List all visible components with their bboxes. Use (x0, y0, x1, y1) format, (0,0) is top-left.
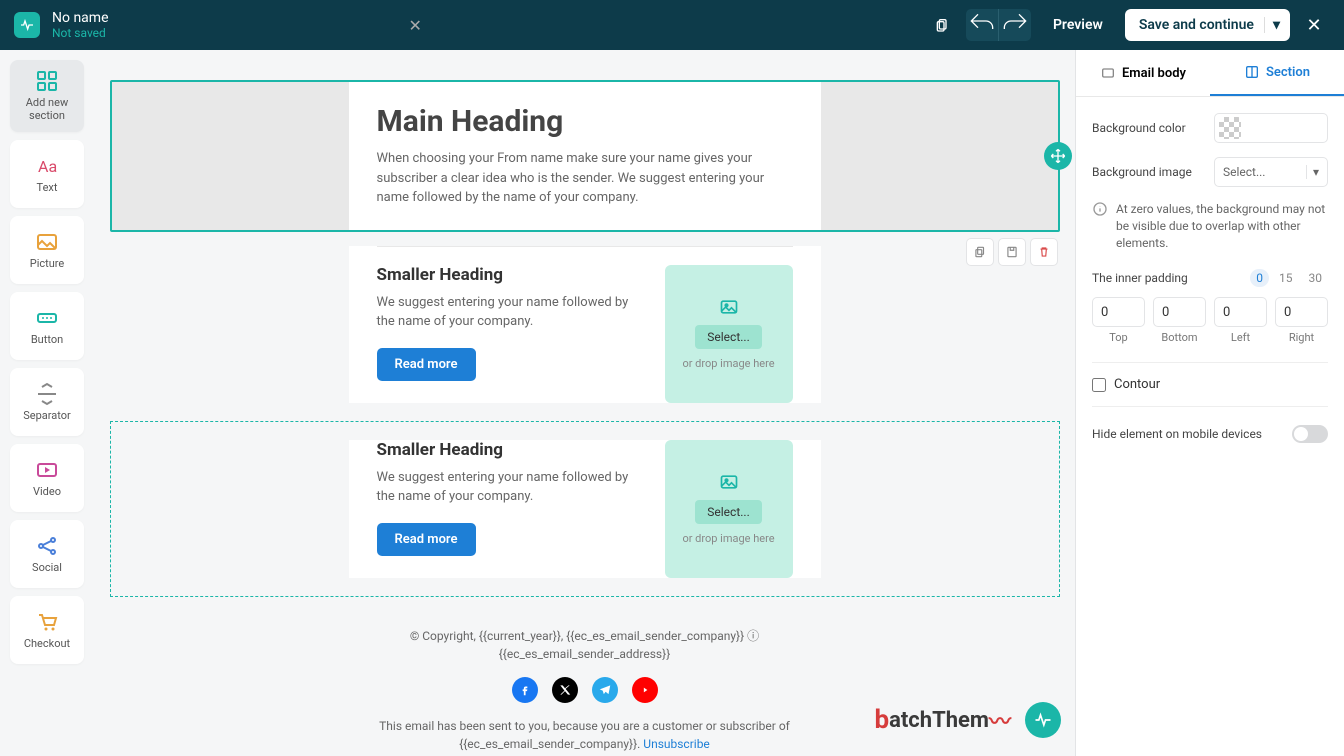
padding-left-input[interactable] (1214, 297, 1267, 327)
doc-title: No name (52, 10, 109, 26)
close-button[interactable]: ✕ (1298, 9, 1330, 41)
email-footer: © Copyright, {{current_year}}, {{ec_es_e… (349, 627, 821, 753)
svg-text:Aa: Aa (38, 157, 57, 176)
app-logo (14, 12, 40, 38)
hide-mobile-label: Hide element on mobile devices (1092, 427, 1262, 441)
delete-button[interactable] (1030, 238, 1058, 266)
address-text: {{ec_es_email_sender_address}} (349, 645, 821, 663)
image-drop-2[interactable]: Select... or drop image here (665, 440, 793, 578)
copyright-text: © Copyright, {{current_year}}, {{ec_es_e… (349, 627, 821, 645)
add-section-button[interactable]: Add new section (10, 60, 84, 132)
tab-email-label: Email body (1122, 66, 1186, 81)
canvas[interactable]: Main Heading When choosing your From nam… (94, 50, 1075, 756)
button-element[interactable]: Button (10, 292, 84, 360)
chevron-down-icon[interactable]: ▾ (1264, 17, 1280, 33)
tab-section[interactable]: Section (1210, 50, 1344, 96)
smaller-para-1[interactable]: We suggest entering your name followed b… (377, 293, 645, 332)
checkout-label: Checkout (24, 638, 70, 651)
content-section-1[interactable]: Smaller Heading We suggest entering your… (349, 246, 821, 403)
main-heading[interactable]: Main Heading (377, 104, 793, 139)
element-sidebar: Add new section Aa Text Picture Button S… (0, 50, 94, 756)
picture-element[interactable]: Picture (10, 216, 84, 284)
bg-color-label: Background color (1092, 121, 1186, 135)
padding-bottom-input[interactable] (1153, 297, 1206, 327)
social-icons (349, 677, 821, 703)
bg-image-label: Background image (1092, 165, 1192, 179)
separator-label: Separator (23, 410, 71, 423)
help-fab[interactable] (1025, 702, 1061, 738)
bg-image-select[interactable]: Select... ▾ (1214, 157, 1328, 187)
padding-right-input[interactable] (1275, 297, 1328, 327)
doc-save-status: Not saved (52, 26, 109, 40)
tab-email-body[interactable]: Email body (1076, 50, 1210, 96)
smaller-heading-2[interactable]: Smaller Heading (377, 440, 645, 460)
contour-checkbox[interactable]: Contour (1092, 377, 1328, 392)
save-label: Save and continue (1139, 17, 1254, 33)
tab-section-label: Section (1266, 65, 1310, 80)
image-drop-1[interactable]: Select... or drop image here (665, 265, 793, 403)
doc-title-block: No name Not saved (52, 10, 109, 40)
picture-label: Picture (30, 258, 65, 271)
padding-top-input[interactable] (1092, 297, 1145, 327)
content-section-2[interactable]: Smaller Heading We suggest entering your… (110, 421, 1060, 597)
unsubscribe-link[interactable]: Unsubscribe (643, 737, 710, 751)
video-element[interactable]: Video (10, 444, 84, 512)
redo-button[interactable] (999, 9, 1031, 41)
text-label: Text (37, 182, 58, 195)
smaller-heading-1[interactable]: Smaller Heading (377, 265, 645, 285)
video-label: Video (33, 486, 61, 499)
telegram-icon[interactable] (592, 677, 618, 703)
hide-mobile-toggle[interactable] (1292, 425, 1328, 443)
read-more-button-1[interactable]: Read more (377, 348, 476, 381)
close-center-icon[interactable]: ✕ (409, 16, 422, 35)
sent-notice: This email has been sent to you, because… (349, 717, 821, 753)
text-element[interactable]: Aa Text (10, 140, 84, 208)
bg-color-picker[interactable] (1214, 113, 1328, 143)
x-twitter-icon[interactable] (552, 677, 578, 703)
preset-15[interactable]: 15 (1273, 269, 1299, 287)
undo-button[interactable] (966, 9, 998, 41)
drop-hint-2: or drop image here (682, 532, 774, 545)
drop-hint-1: or drop image here (682, 357, 774, 370)
info-message: At zero values, the background may not b… (1092, 201, 1328, 251)
smaller-para-2[interactable]: We suggest entering your name followed b… (377, 468, 645, 507)
select-image-2[interactable]: Select... (695, 500, 761, 524)
preview-button[interactable]: Preview (1039, 17, 1117, 33)
checkout-element[interactable]: Checkout (10, 596, 84, 664)
duplicate-button[interactable] (966, 238, 994, 266)
selected-section[interactable]: Main Heading When choosing your From nam… (110, 80, 1060, 232)
topbar: No name Not saved ✕ Preview Save and con… (0, 0, 1344, 50)
save-section-button[interactable] (998, 238, 1026, 266)
save-continue-button[interactable]: Save and continue ▾ (1125, 9, 1290, 41)
preset-0[interactable]: 0 (1250, 269, 1269, 287)
move-handle[interactable] (1044, 142, 1072, 170)
social-label: Social (32, 562, 62, 575)
separator-element[interactable]: Separator (10, 368, 84, 436)
clipboard-icon[interactable] (926, 9, 958, 41)
main-paragraph[interactable]: When choosing your From name make sure y… (377, 149, 793, 208)
read-more-button-2[interactable]: Read more (377, 523, 476, 556)
section-actions (966, 238, 1058, 266)
inner-padding-label: The inner padding (1092, 271, 1188, 285)
social-element[interactable]: Social (10, 520, 84, 588)
facebook-icon[interactable] (512, 677, 538, 703)
undo-redo-group (966, 9, 1031, 41)
select-image-1[interactable]: Select... (695, 325, 761, 349)
watermark: batchThem〰 (874, 702, 1061, 738)
preset-30[interactable]: 30 (1303, 269, 1329, 287)
add-section-label: Add new section (26, 97, 69, 122)
youtube-icon[interactable] (632, 677, 658, 703)
chevron-down-icon: ▾ (1306, 165, 1319, 179)
button-label: Button (31, 334, 63, 347)
properties-panel: Email body Section Background color Back… (1075, 50, 1344, 756)
